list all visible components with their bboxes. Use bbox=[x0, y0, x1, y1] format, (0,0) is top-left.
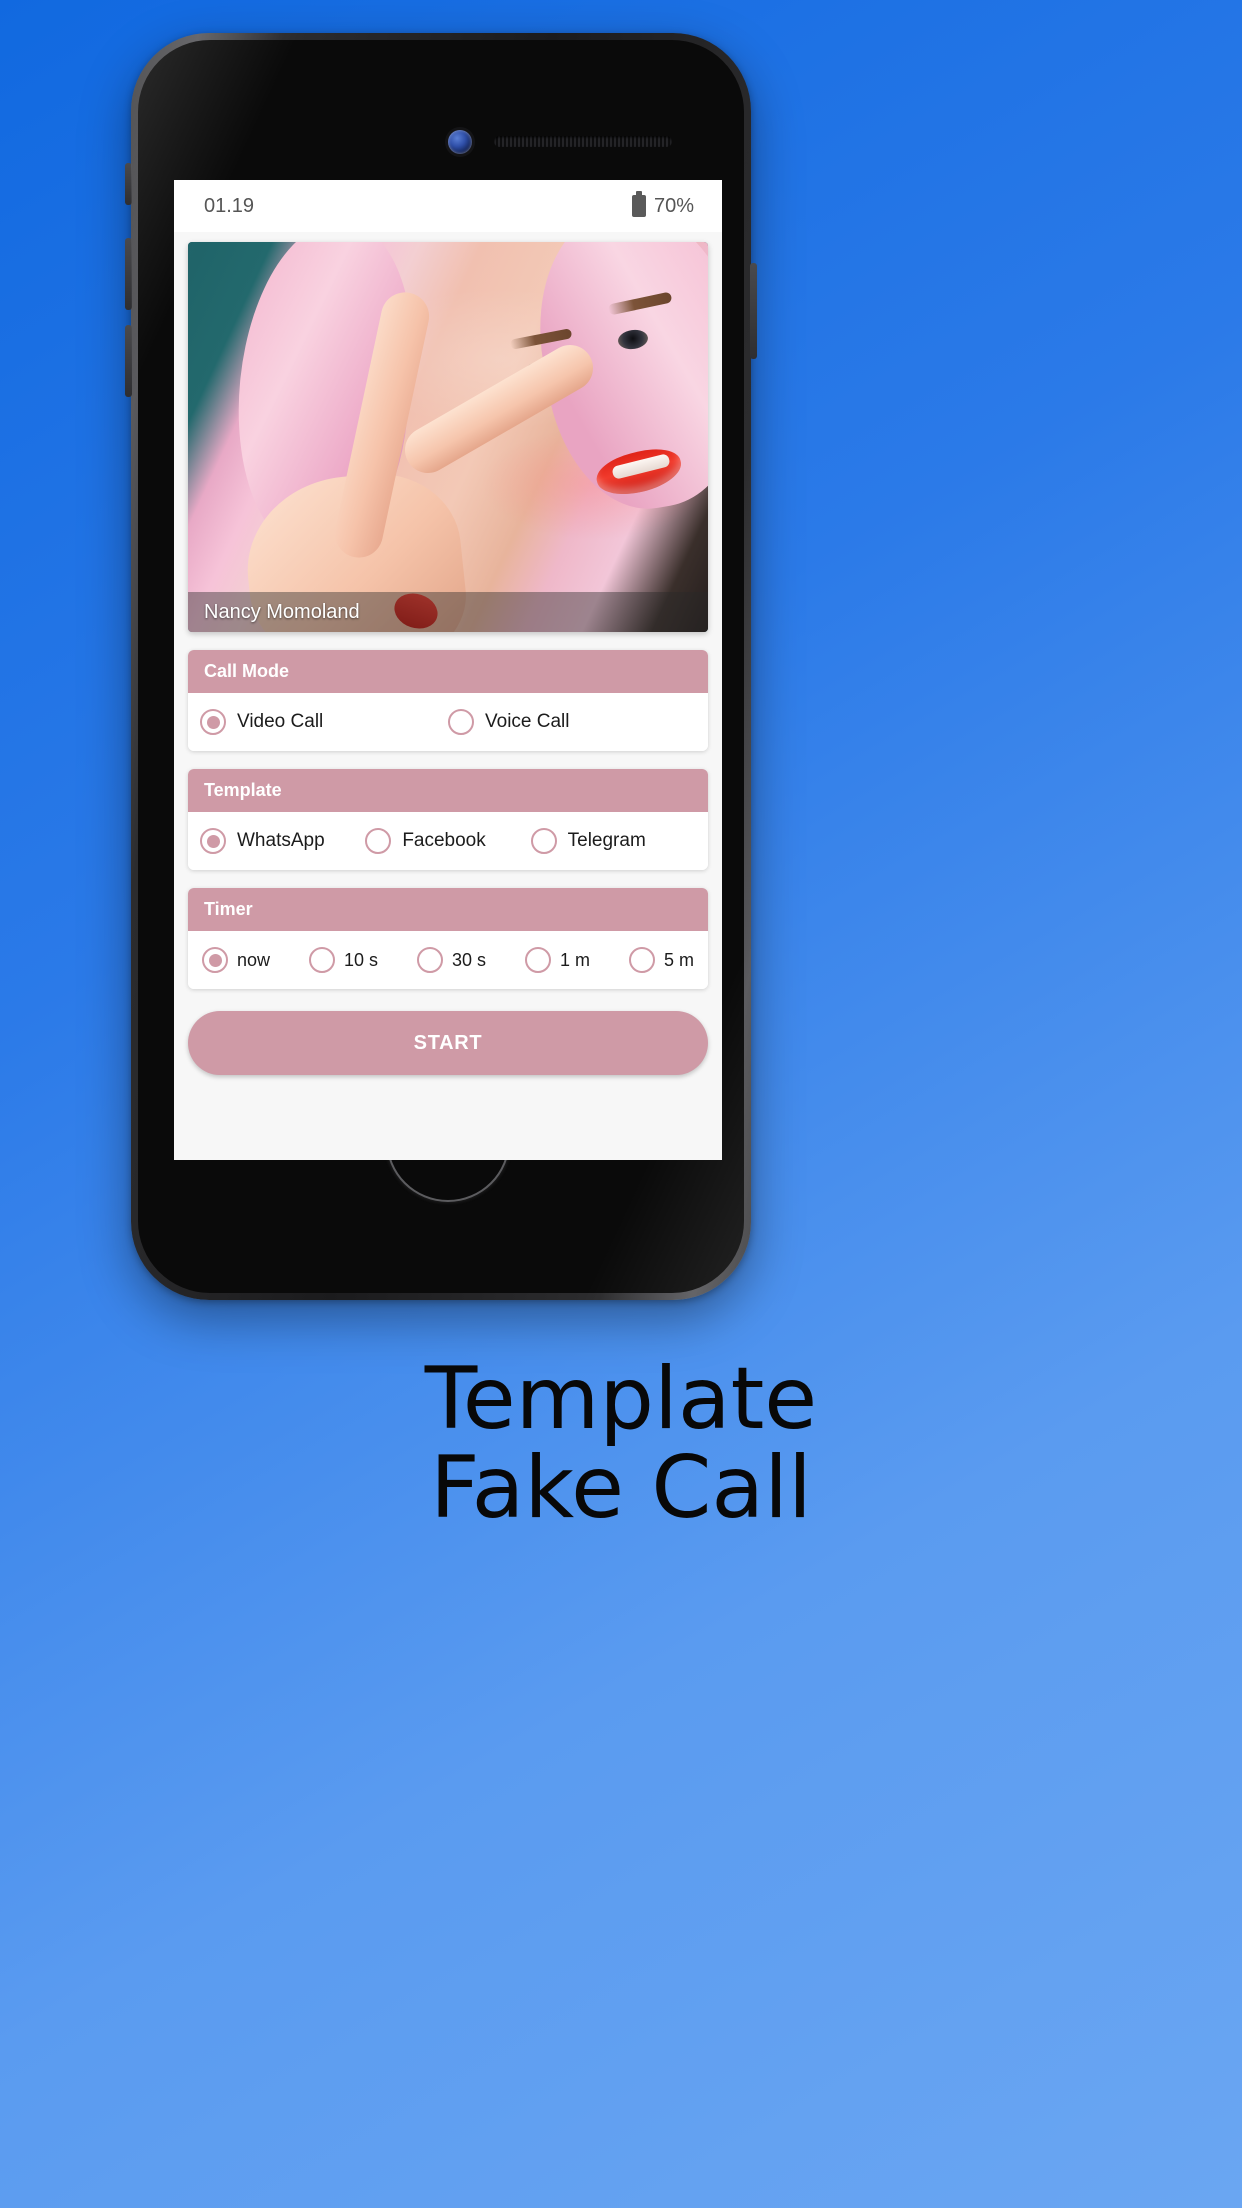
volume-down-button[interactable] bbox=[125, 325, 132, 397]
radio-icon-timer-1m[interactable] bbox=[525, 947, 551, 973]
call-mode-card: Call Mode Video Call Voice Call bbox=[188, 650, 708, 751]
radio-option-video-call[interactable]: Video Call bbox=[200, 709, 448, 735]
template-card: Template WhatsApp Facebook Telegram bbox=[188, 769, 708, 870]
radio-option-timer-30s[interactable]: 30 s bbox=[417, 947, 486, 973]
radio-label-timer-10s: 10 s bbox=[344, 949, 379, 970]
radio-label-whatsapp: WhatsApp bbox=[237, 830, 325, 851]
radio-option-telegram[interactable]: Telegram bbox=[530, 828, 696, 854]
call-mode-header: Call Mode bbox=[188, 650, 708, 693]
battery-percent-label: 70% bbox=[653, 194, 694, 217]
radio-label-timer-1m: 1 m bbox=[560, 949, 591, 970]
template-options: WhatsApp Facebook Telegram bbox=[188, 812, 708, 870]
radio-option-timer-10s[interactable]: 10 s bbox=[309, 947, 378, 973]
volume-up-button[interactable] bbox=[125, 238, 132, 310]
phone-device-mockup: 01.19 70% Nancy Momoland Call Mode Video… bbox=[125, 33, 757, 1300]
battery-icon bbox=[631, 191, 646, 217]
radio-option-timer-1m[interactable]: 1 m bbox=[525, 947, 590, 973]
radio-label-voice-call: Voice Call bbox=[485, 711, 570, 732]
timer-header: Timer bbox=[188, 888, 708, 931]
promo-caption-line-1: Template bbox=[424, 1349, 818, 1449]
radio-option-facebook[interactable]: Facebook bbox=[365, 828, 530, 854]
earpiece-speaker-icon bbox=[494, 136, 672, 147]
radio-icon-telegram[interactable] bbox=[530, 828, 557, 854]
radio-icon-whatsapp[interactable] bbox=[200, 828, 226, 854]
radio-option-timer-5m[interactable]: 5 m bbox=[628, 947, 694, 973]
phone-bezel: 01.19 70% Nancy Momoland Call Mode Video… bbox=[138, 40, 744, 1293]
radio-option-timer-now[interactable]: now bbox=[202, 947, 270, 973]
power-button[interactable] bbox=[750, 263, 757, 359]
timer-options: now 10 s 30 s 1 m 5 m bbox=[188, 931, 708, 989]
radio-icon-video-call[interactable] bbox=[200, 709, 226, 735]
radio-icon-voice-call[interactable] bbox=[448, 709, 474, 735]
radio-icon-timer-10s[interactable] bbox=[309, 947, 335, 973]
front-camera-icon bbox=[448, 130, 472, 154]
radio-label-timer-30s: 30 s bbox=[452, 949, 487, 970]
promo-caption: Template Fake Call bbox=[0, 1355, 1242, 1532]
radio-icon-timer-30s[interactable] bbox=[417, 947, 443, 973]
timer-card: Timer now 10 s 30 s 1 m 5 m bbox=[188, 888, 708, 989]
contact-photo-image bbox=[188, 242, 708, 632]
start-button[interactable]: START bbox=[188, 1011, 708, 1075]
status-bar-time: 01.19 bbox=[204, 194, 255, 217]
radio-label-video-call: Video Call bbox=[237, 711, 324, 732]
contact-name-label: Nancy Momoland bbox=[204, 600, 360, 623]
call-mode-options: Video Call Voice Call bbox=[188, 693, 708, 751]
radio-icon-timer-5m[interactable] bbox=[628, 947, 655, 973]
phone-screen: 01.19 70% Nancy Momoland Call Mode Video… bbox=[174, 180, 722, 1160]
radio-label-timer-5m: 5 m bbox=[663, 949, 694, 970]
contact-name-bar: Nancy Momoland bbox=[188, 592, 708, 632]
app-content: Nancy Momoland Call Mode Video Call Voic… bbox=[174, 232, 722, 1075]
promo-caption-line-2: Fake Call bbox=[430, 1437, 812, 1538]
status-bar: 01.19 70% bbox=[174, 180, 722, 232]
template-header: Template bbox=[188, 769, 708, 812]
radio-label-telegram: Telegram bbox=[567, 830, 646, 851]
contact-photo-card[interactable]: Nancy Momoland bbox=[188, 242, 708, 632]
radio-label-timer-now: now bbox=[237, 949, 271, 970]
radio-icon-facebook[interactable] bbox=[365, 828, 392, 854]
mute-switch[interactable] bbox=[125, 163, 132, 205]
radio-option-voice-call[interactable]: Voice Call bbox=[448, 709, 696, 735]
radio-icon-timer-now[interactable] bbox=[202, 947, 228, 973]
radio-option-whatsapp[interactable]: WhatsApp bbox=[200, 828, 365, 854]
status-bar-right: 70% bbox=[631, 191, 694, 218]
radio-label-facebook: Facebook bbox=[402, 830, 486, 851]
